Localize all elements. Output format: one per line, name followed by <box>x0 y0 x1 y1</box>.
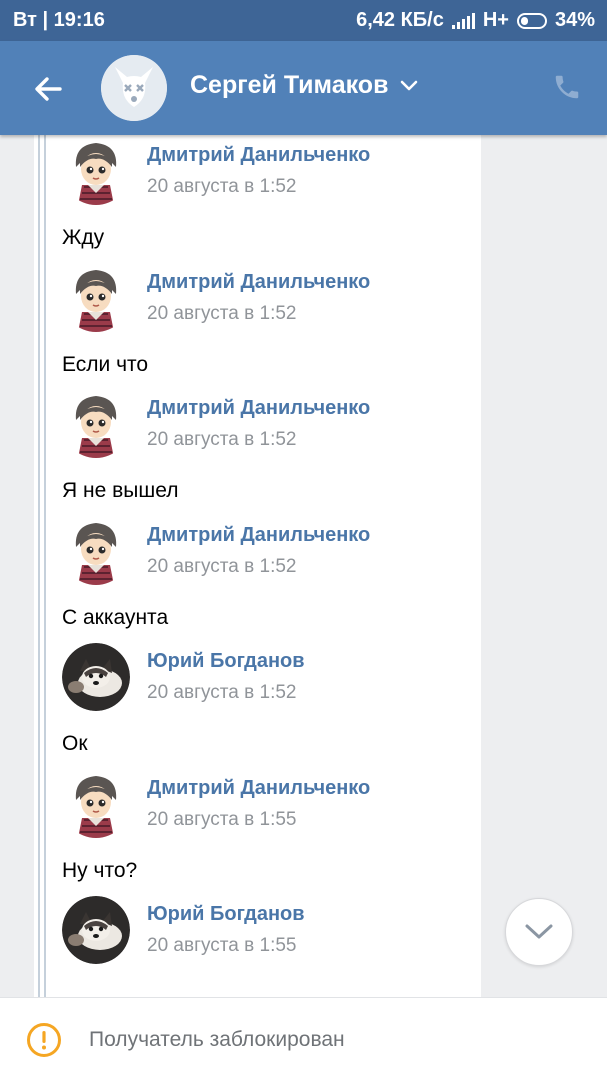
avatar[interactable] <box>62 390 130 458</box>
message-date: 20 августа в 1:52 <box>147 302 297 324</box>
message-meta: Дмитрий Данильченко 20 августа в 1:52 <box>147 144 370 198</box>
chat-header: Сергей Тимаков <box>0 41 607 135</box>
back-arrow-icon <box>35 77 62 101</box>
battery-icon <box>516 12 547 29</box>
status-bar: Вт | 19:16 6,42 КБ/с H+ 34% <box>0 0 607 41</box>
forwarded-message: Дмитрий Данильченко 20 августа в 1:52 Если… <box>62 263 472 377</box>
message-header: Дмитрий Данильченко 20 августа в 1:55 <box>62 769 472 839</box>
message-meta: Дмитрий Данильченко 20 августа в 1:52 <box>147 397 370 451</box>
message-text: Ок <box>62 732 88 755</box>
status-battery: 34% <box>554 9 595 31</box>
chat-avatar[interactable] <box>101 55 167 121</box>
blocked-bar: Получатель заблокирован <box>0 997 607 1080</box>
sender-name[interactable]: Дмитрий Данильченко <box>147 271 370 294</box>
message-date: 20 августа в 1:52 <box>147 176 297 197</box>
avatar[interactable] <box>62 263 130 332</box>
forwarded-message: Дмитрий Данильченко 20 августа в 1:52 Жду <box>62 136 472 250</box>
message-date: 20 августа в 1:55 <box>147 808 297 830</box>
avatar[interactable] <box>62 896 130 964</box>
forwarded-message: Дмитрий Данильченко 20 августа в 1:52 Я не… <box>62 389 472 503</box>
message-text: Я не вышел <box>62 479 179 502</box>
message-text: Если что <box>62 352 149 376</box>
status-day-time: Вт | 19:16 <box>13 9 105 31</box>
message-date: 20 августа в 1:52 <box>147 555 297 577</box>
message-text: Жду <box>62 226 105 249</box>
message-meta: Юрий Богданов 20 августа в 1:52 <box>147 650 305 704</box>
message-date: 20 августа в 1:52 <box>147 429 297 450</box>
chevron-down-icon <box>525 924 553 939</box>
sender-name[interactable]: Дмитрий Данильченко <box>147 524 370 547</box>
message-header: Юрий Богданов 20 августа в 1:52 <box>62 642 472 712</box>
phone-icon <box>555 75 579 99</box>
message-text: С аккаунта <box>62 605 169 629</box>
avatar[interactable] <box>62 516 130 585</box>
warning-icon <box>27 1023 61 1057</box>
forward-quote-line <box>44 135 46 997</box>
message-meta: Дмитрий Данильченко 20 августа в 1:55 <box>147 777 370 831</box>
sender-name[interactable]: Дмитрий Данильченко <box>147 777 370 800</box>
message-header: Дмитрий Данильченко 20 августа в 1:52 <box>62 263 472 333</box>
message-meta: Дмитрий Данильченко 20 августа в 1:52 <box>147 271 370 325</box>
avatar[interactable] <box>62 643 130 711</box>
forwarded-message: Юрий Богданов 20 августа в 1:52 Ок <box>62 642 472 756</box>
sender-name[interactable]: Дмитрий Данильченко <box>147 397 370 420</box>
forwarded-message: Дмитрий Данильченко 20 августа в 1:52 С ак… <box>62 516 472 630</box>
message-area[interactable]: Дмитрий Данильченко 20 августа в 1:52 Жду Д… <box>0 135 607 997</box>
status-speed: 6,42 КБ/с <box>356 9 444 31</box>
message-meta: Юрий Богданов 20 августа в 1:55 <box>147 903 305 957</box>
avatar[interactable] <box>62 769 130 838</box>
forward-quote-line <box>38 135 40 997</box>
message-meta: Дмитрий Данильченко 20 августа в 1:52 <box>147 524 370 578</box>
status-network: H+ <box>482 9 509 31</box>
chevron-down-icon <box>401 80 418 90</box>
message-text: Ну что? <box>62 858 138 882</box>
message-header: Дмитрий Данильченко 20 августа в 1:52 <box>62 389 472 459</box>
scroll-down-button[interactable] <box>505 898 573 966</box>
message-header: Юрий Богданов 20 августа в 1:55 <box>62 895 472 965</box>
deleted-user-icon <box>101 55 167 121</box>
blocked-message: Получатель заблокирован <box>89 1028 345 1051</box>
message-date: 20 августа в 1:55 <box>147 935 297 956</box>
chat-title[interactable]: Сергей Тимаков <box>190 71 418 100</box>
message-header: Дмитрий Данильченко 20 августа в 1:52 <box>62 136 472 206</box>
sender-name[interactable]: Юрий Богданов <box>147 650 305 673</box>
call-button[interactable] <box>549 69 585 105</box>
avatar[interactable] <box>62 137 130 205</box>
back-button[interactable] <box>28 69 68 109</box>
sender-name[interactable]: Дмитрий Данильченко <box>147 144 370 167</box>
message-header: Дмитрий Данильченко 20 августа в 1:52 <box>62 516 472 586</box>
signal-icon <box>451 12 475 29</box>
message-date: 20 августа в 1:52 <box>147 682 297 703</box>
sender-name[interactable]: Юрий Богданов <box>147 903 305 926</box>
forwarded-message: Юрий Богданов 20 августа в 1:55 <box>62 895 472 965</box>
chat-title-text: Сергей Тимаков <box>190 71 389 99</box>
forwarded-message: Дмитрий Данильченко 20 августа в 1:55 Ну ч… <box>62 769 472 883</box>
